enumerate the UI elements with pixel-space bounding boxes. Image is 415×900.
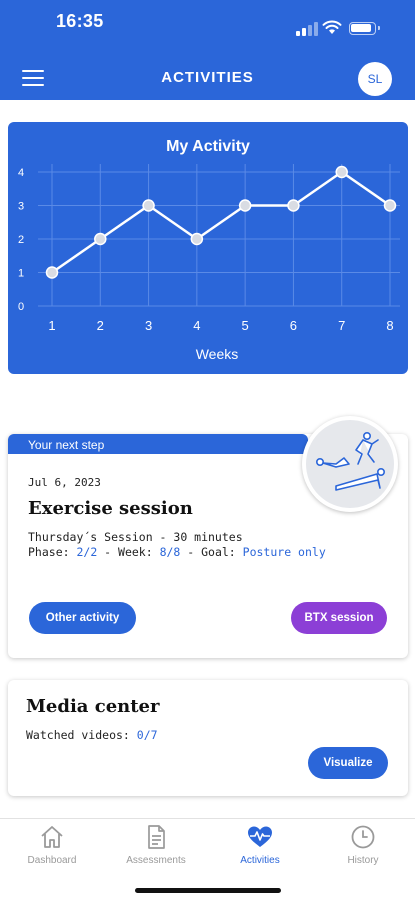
x-tick-label: 8 — [386, 318, 393, 333]
document-icon — [148, 825, 165, 849]
cellular-signal-icon — [296, 22, 318, 36]
series-line — [51, 170, 391, 274]
nav-activities-label: Activities — [240, 855, 280, 866]
exercise-illustration — [302, 416, 398, 512]
y-tick-label: 4 — [18, 167, 24, 179]
data-point — [94, 232, 107, 246]
session-progress: Phase: 2/2 - Week: 8/8 - Goal: Posture o… — [28, 545, 326, 559]
x-axis-label: Weeks — [196, 346, 239, 362]
other-activity-button[interactable]: Other activity — [29, 602, 136, 634]
exercise-figures-icon — [316, 432, 386, 491]
heartbeat-icon — [248, 826, 272, 847]
next-step-card: Your next step Jul 6, 2023 Exercise sess… — [8, 416, 408, 658]
x-tick-label: 2 — [97, 318, 104, 333]
activity-line-chart: 0 1 2 3 4 1 2 3 4 5 6 7 8 Weeks — [18, 164, 400, 362]
battery-icon — [349, 22, 380, 35]
page-title: ACTIVITIES — [161, 69, 254, 86]
x-tick-label: 3 — [145, 318, 152, 333]
session-title: Exercise session — [28, 498, 193, 519]
phase-value: 2/2 — [76, 545, 98, 559]
nav-assessments[interactable]: Assessments — [106, 823, 206, 875]
app-header: 16:35 ACTIVITIES SL — [0, 0, 415, 100]
media-center-card: Media center Watched videos: 0/7 Visuali… — [8, 680, 408, 796]
avatar[interactable]: SL — [358, 62, 392, 96]
x-tick-label: 6 — [290, 318, 297, 333]
goal-label: - Goal: — [180, 545, 243, 559]
home-indicator — [135, 888, 281, 893]
clock-icon — [351, 825, 375, 849]
x-tick-label: 5 — [242, 318, 249, 333]
btx-session-button[interactable]: BTX session — [291, 602, 387, 634]
watched-videos-count: 0/7 — [136, 728, 158, 742]
nav-assessments-label: Assessments — [126, 855, 186, 866]
data-point — [45, 266, 59, 279]
media-center-title: Media center — [26, 696, 160, 717]
session-date: Jul 6, 2023 — [28, 476, 101, 489]
x-tick-label: 4 — [193, 318, 200, 333]
visualize-button[interactable]: Visualize — [308, 747, 388, 779]
y-tick-label: 0 — [18, 301, 24, 313]
week-label: - Week: — [97, 545, 160, 559]
data-point — [383, 199, 397, 212]
next-step-ribbon: Your next step — [8, 434, 308, 454]
session-duration: Thursday´s Session - 30 minutes — [28, 530, 243, 544]
nav-activities[interactable]: Activities — [210, 823, 310, 875]
y-tick-label: 1 — [18, 268, 24, 280]
data-point — [190, 232, 204, 246]
home-icon — [41, 826, 63, 848]
activity-chart-card: My Activity 0 1 2 3 4 1 2 3 4 5 6 7 8 Weeks — [8, 122, 408, 374]
nav-history-label: History — [347, 855, 379, 866]
week-value: 8/8 — [159, 545, 181, 559]
x-tick-label: 7 — [338, 318, 345, 333]
y-tick-label: 2 — [18, 234, 24, 246]
y-tick-label: 3 — [18, 201, 24, 213]
wifi-icon — [322, 20, 342, 34]
phase-label: Phase: — [28, 545, 77, 559]
data-point — [142, 199, 155, 212]
x-tick-label: 1 — [48, 318, 55, 333]
watched-videos: Watched videos: 0/7 — [26, 728, 158, 742]
nav-history[interactable]: History — [313, 823, 413, 875]
status-time: 16:35 — [56, 11, 104, 31]
watched-videos-label: Watched videos: — [26, 728, 137, 742]
nav-dashboard-label: Dashboard — [27, 855, 77, 866]
data-point — [287, 199, 300, 212]
data-point — [238, 199, 252, 212]
data-point — [335, 165, 348, 179]
goal-value: Posture only — [242, 545, 326, 559]
nav-dashboard[interactable]: Dashboard — [2, 823, 102, 875]
